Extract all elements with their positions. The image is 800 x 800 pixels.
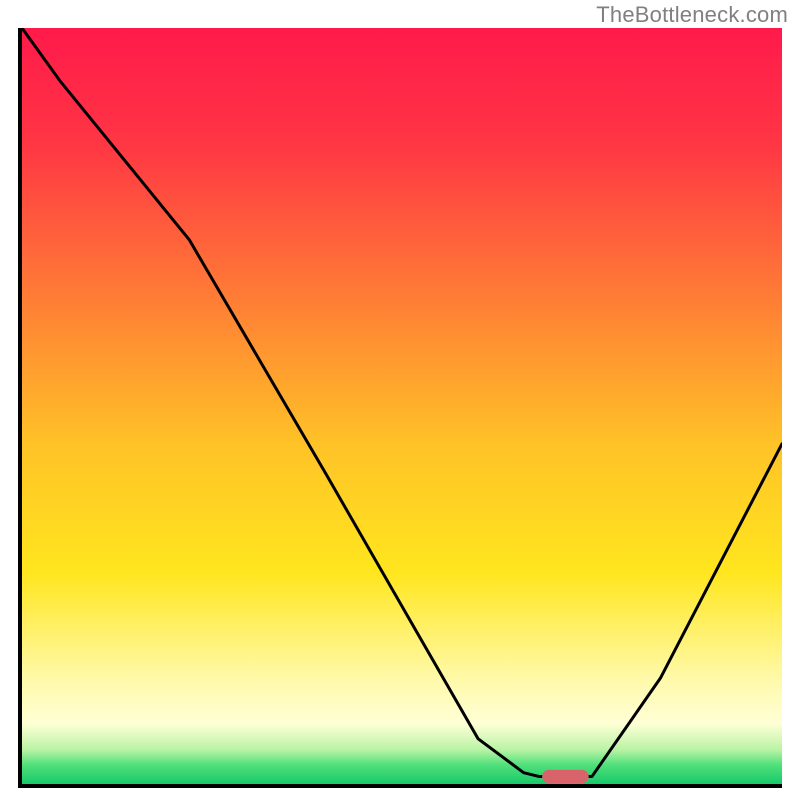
optimal-marker (543, 770, 589, 782)
chart-wrap: TheBottleneck.com (0, 0, 800, 800)
plot-svg (22, 28, 782, 784)
gradient-background (22, 28, 782, 784)
plot-area (18, 28, 782, 788)
watermark-text: TheBottleneck.com (596, 2, 788, 28)
